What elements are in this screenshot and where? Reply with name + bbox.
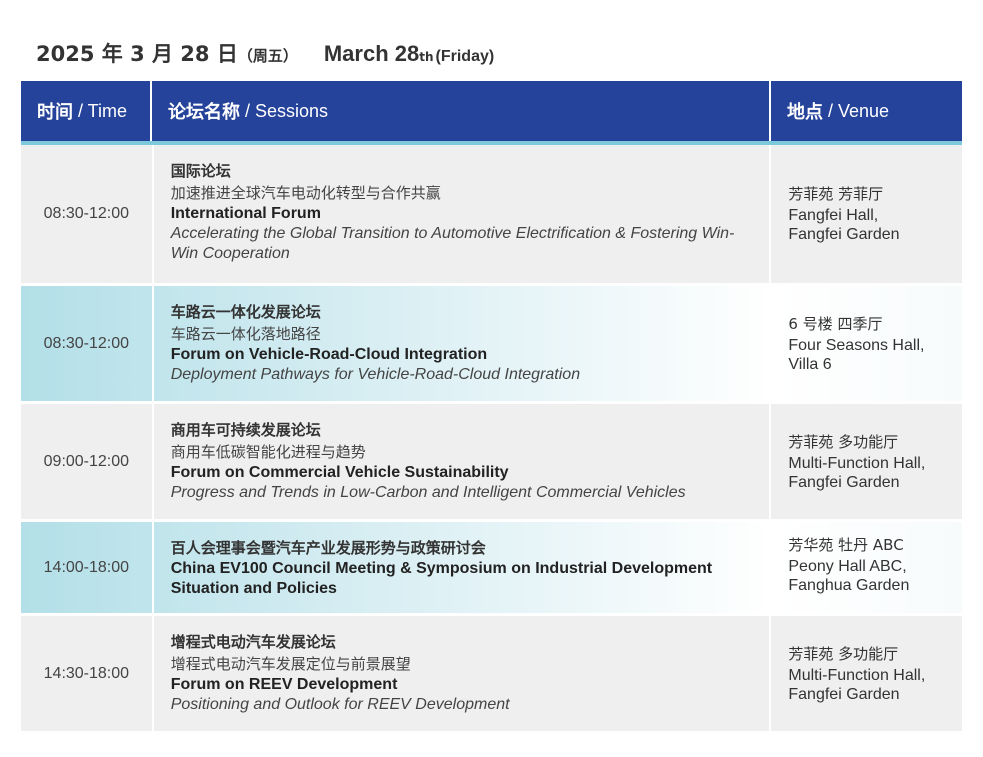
- session-title-zh: 车路云一体化发展论坛: [170, 303, 321, 321]
- row-venue: 芳菲苑 多功能厅 Multi-Function Hall, Fangfei Ga…: [771, 404, 962, 519]
- venue-zh: 芳华苑 牡丹 ABC: [788, 536, 904, 554]
- session-title-en: Forum on Commercial Vehicle Sustainabili…: [170, 464, 509, 481]
- venue-en: Four Seasons Hall, Villa 6: [788, 337, 925, 373]
- header-time-zh: 时间: [37, 102, 73, 123]
- row-venue: 芳菲苑 多功能厅 Multi-Function Hall, Fangfei Ga…: [771, 616, 962, 731]
- table-row: 14:00-18:00 百人会理事会暨汽车产业发展形势与政策研讨会 China …: [21, 519, 962, 613]
- table-row: 08:30-12:00 车路云一体化发展论坛 车路云一体化落地路径 Forum …: [21, 283, 962, 401]
- venue-en: Peony Hall ABC, Fanghua Garden: [788, 558, 910, 594]
- session-title-en: International Forum: [170, 205, 321, 222]
- row-venue: 6 号楼 四季厅 Four Seasons Hall, Villa 6: [771, 286, 962, 401]
- session-subtitle-zh: 车路云一体化落地路径: [170, 325, 321, 343]
- row-time: 08:30-12:00: [21, 286, 154, 401]
- row-session: 百人会理事会暨汽车产业发展形势与政策研讨会 China EV100 Counci…: [154, 522, 772, 613]
- venue-en: Multi-Function Hall, Fangfei Garden: [788, 455, 926, 491]
- row-time: 08:30-12:00: [21, 145, 154, 283]
- row-venue: 芳华苑 牡丹 ABC Peony Hall ABC, Fanghua Garde…: [771, 522, 962, 613]
- header-time: 时间 / Time: [21, 81, 152, 141]
- session-subtitle-zh: 加速推进全球汽车电动化转型与合作共赢: [170, 184, 441, 202]
- session-subtitle-zh: 增程式电动汽车发展定位与前景展望: [170, 655, 411, 673]
- session-subtitle-en: Accelerating the Global Transition to Au…: [170, 225, 735, 262]
- session-title-zh: 百人会理事会暨汽车产业发展形势与政策研讨会: [170, 539, 486, 557]
- header-venue-en: / Venue: [823, 100, 890, 121]
- session-title-zh: 商用车可持续发展论坛: [170, 421, 321, 439]
- weekday-en: (Friday): [435, 48, 495, 65]
- session-subtitle-zh: 商用车低碳智能化进程与趋势: [170, 443, 366, 461]
- row-session: 车路云一体化发展论坛 车路云一体化落地路径 Forum on Vehicle-R…: [154, 286, 772, 401]
- header-venue: 地点 / Venue: [771, 81, 962, 141]
- header-sessions-en: / Sessions: [240, 100, 329, 121]
- session-title-en: Forum on Vehicle-Road-Cloud Integration: [170, 346, 488, 363]
- session-subtitle-en: Positioning and Outlook for REEV Develop…: [170, 696, 510, 713]
- header-venue-zh: 地点: [787, 102, 823, 123]
- row-time: 14:00-18:00: [21, 522, 154, 613]
- row-session: 国际论坛 加速推进全球汽车电动化转型与合作共赢 International Fo…: [154, 145, 772, 283]
- table-row: 14:30-18:00 增程式电动汽车发展论坛 增程式电动汽车发展定位与前景展望…: [21, 613, 962, 731]
- session-title-zh: 增程式电动汽车发展论坛: [170, 633, 336, 651]
- row-time: 09:00-12:00: [21, 404, 154, 519]
- venue-en: Fangfei Hall, Fangfei Garden: [788, 207, 900, 243]
- row-time: 14:30-18:00: [21, 616, 154, 731]
- table-header: 时间 / Time 论坛名称 / Sessions 地点 / Venue: [21, 81, 962, 145]
- session-subtitle-en: Deployment Pathways for Vehicle-Road-Clo…: [170, 366, 581, 383]
- row-session: 商用车可持续发展论坛 商用车低碳智能化进程与趋势 Forum on Commer…: [154, 404, 772, 519]
- date-en: March 28: [323, 41, 420, 66]
- venue-en: Multi-Function Hall, Fangfei Garden: [788, 667, 926, 703]
- venue-zh: 6 号楼 四季厅: [788, 315, 883, 333]
- header-time-en: / Time: [73, 100, 128, 121]
- venue-zh: 芳菲苑 多功能厅: [788, 645, 899, 663]
- header-sessions: 论坛名称 / Sessions: [152, 81, 771, 141]
- venue-zh: 芳菲苑 多功能厅: [788, 433, 899, 451]
- session-title-zh: 国际论坛: [170, 162, 231, 180]
- schedule-table: 时间 / Time 论坛名称 / Sessions 地点 / Venue 08:…: [21, 81, 962, 731]
- date-zh: 2025 年 3 月 28 日: [36, 42, 238, 66]
- session-title-en: Forum on REEV Development: [170, 676, 398, 693]
- session-title-en: China EV100 Council Meeting & Symposium …: [170, 560, 713, 597]
- table-row: 08:30-12:00 国际论坛 加速推进全球汽车电动化转型与合作共赢 Inte…: [21, 145, 962, 283]
- page-title: 2025 年 3 月 28 日 （周五） March 28th (Friday): [36, 38, 494, 68]
- row-session: 增程式电动汽车发展论坛 增程式电动汽车发展定位与前景展望 Forum on RE…: [154, 616, 772, 731]
- table-row: 09:00-12:00 商用车可持续发展论坛 商用车低碳智能化进程与趋势 For…: [21, 401, 962, 519]
- row-venue: 芳菲苑 芳菲厅 Fangfei Hall, Fangfei Garden: [771, 145, 962, 283]
- venue-zh: 芳菲苑 芳菲厅: [788, 185, 884, 203]
- header-sessions-zh: 论坛名称: [168, 102, 240, 123]
- weekday-zh: （周五）: [237, 47, 298, 65]
- session-subtitle-en: Progress and Trends in Low-Carbon and In…: [170, 484, 686, 501]
